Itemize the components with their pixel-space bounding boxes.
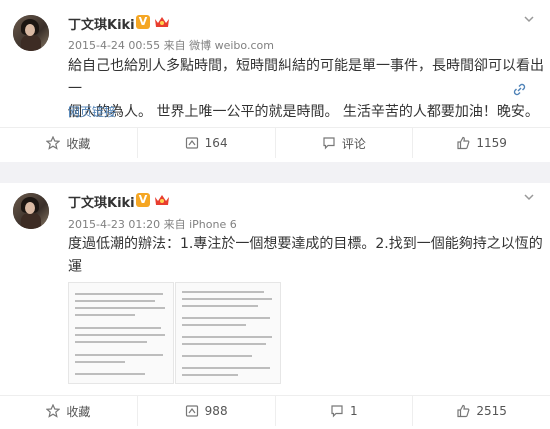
comment-label: 评论 [341, 136, 366, 151]
avatar[interactable] [13, 15, 49, 51]
crown-badge-icon [155, 195, 169, 205]
post-text-line-2: 個人的為人。 世界上唯一公平的就是時間。 生活辛苦的人都要加油！晚安。 [68, 104, 539, 120]
like-button[interactable]: 2515 [413, 396, 550, 426]
comment-button[interactable]: 评论 [276, 128, 414, 158]
post-text-line: 給自己也給別人多點時間，短時間糾結的可能是單一事件，長時間卻可以看出一 [68, 58, 544, 97]
post-text-line: 個人的為人。 世界上唯一公平的就是時間。 生活辛苦的人都要加油！晚安。 [68, 101, 550, 124]
chevron-down-icon[interactable] [523, 13, 535, 25]
post-text: 給自己也給別人多點時間，短時間糾結的可能是單一事件，長時間卻可以看出一 個人的為… [68, 55, 550, 124]
link-icon[interactable] [513, 83, 526, 96]
repost-count: 164 [204, 136, 228, 150]
post-image-1[interactable] [68, 282, 174, 384]
repost-icon [185, 137, 198, 149]
like-icon [457, 136, 470, 150]
comment-icon [323, 137, 335, 150]
post-card-1: 丁文琪Kiki V 2015-4-24 00:55 来自 微博 weibo.co… [0, 0, 550, 162]
like-count: 1159 [476, 136, 507, 150]
feed-separator [0, 162, 550, 183]
comment-count: 1 [350, 404, 358, 418]
favorite-label: 收藏 [66, 136, 91, 151]
repost-button[interactable]: 164 [138, 128, 276, 158]
web-link-label[interactable]: 网页链接 [68, 103, 116, 120]
repost-count: 988 [204, 404, 228, 418]
post-card-2: 丁文琪Kiki V 2015-4-23 01:20 来自 iPhone 6 度過… [0, 183, 550, 429]
action-bar: 收藏 164 评论 1159 [0, 127, 550, 158]
post-image-2[interactable] [175, 282, 281, 384]
repost-button[interactable]: 988 [138, 396, 276, 426]
post-text-line: 度過低潮的辦法：1.專注於一個想要達成的目標。2.找到一個能夠持之以恆的運 [68, 236, 543, 275]
comment-icon [331, 405, 343, 418]
favorite-icon [46, 404, 61, 418]
post-meta: 2015-4-24 00:55 来自 微博 weibo.com [68, 39, 274, 52]
favorite-button[interactable]: 收藏 [0, 396, 138, 426]
author-name[interactable]: 丁文琪Kiki [68, 14, 135, 33]
repost-icon [185, 405, 198, 417]
verified-v-icon: V [136, 15, 150, 29]
web-link[interactable]: 网页链接 [68, 103, 116, 120]
avatar[interactable] [13, 193, 49, 229]
like-button[interactable]: 1159 [413, 128, 550, 158]
verified-v-icon: V [136, 193, 150, 207]
like-icon [457, 404, 470, 418]
favorite-icon [46, 136, 61, 150]
like-count: 2515 [476, 404, 507, 418]
favorite-label: 收藏 [66, 404, 91, 419]
crown-badge-icon [155, 17, 169, 27]
chevron-down-icon[interactable] [523, 191, 535, 203]
post-meta: 2015-4-23 01:20 来自 iPhone 6 [68, 218, 237, 231]
favorite-button[interactable]: 收藏 [0, 128, 138, 158]
action-bar: 收藏 988 1 2515 [0, 395, 550, 426]
comment-button[interactable]: 1 [276, 396, 414, 426]
author-name[interactable]: 丁文琪Kiki [68, 192, 135, 211]
